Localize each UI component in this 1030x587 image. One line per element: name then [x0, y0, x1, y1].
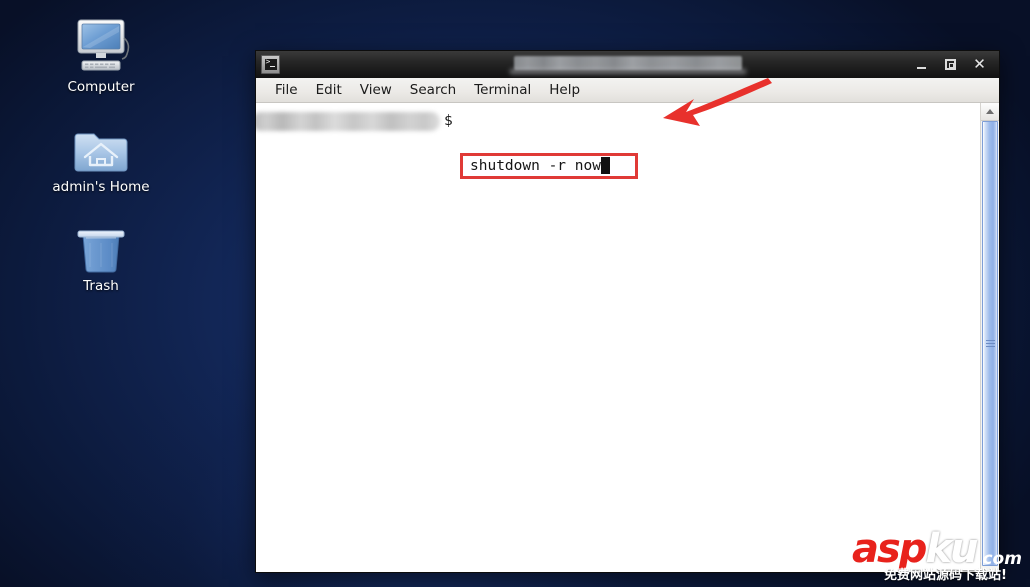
scrollbar-track[interactable]	[981, 121, 999, 572]
terminal-output-area[interactable]: $ shutdown -r now	[256, 103, 980, 572]
command-highlight-box: shutdown -r now	[460, 153, 638, 179]
terminal-window[interactable]: ✕ File Edit View Search Terminal Help $ …	[255, 50, 1000, 573]
minimize-button[interactable]	[914, 57, 929, 72]
window-title-redacted	[513, 56, 742, 70]
terminal-prompt-redacted	[256, 111, 440, 131]
scroll-up-icon	[986, 109, 994, 114]
terminal-scrollbar[interactable]	[980, 103, 999, 572]
menu-item-terminal[interactable]: Terminal	[465, 80, 540, 100]
scroll-up-button[interactable]	[981, 103, 999, 121]
trash-bin-icon	[46, 213, 156, 275]
desktop-icon-label: Trash	[83, 278, 119, 295]
maximize-button[interactable]	[943, 57, 958, 72]
terminal-icon	[261, 55, 280, 74]
computer-monitor-icon	[46, 14, 156, 76]
scrollbar-grip-icon	[985, 340, 995, 347]
menu-item-view[interactable]: View	[351, 80, 401, 100]
desktop: Computer admin's Home Trash > ✕ File Edi…	[0, 0, 1030, 587]
menu-item-help[interactable]: Help	[540, 80, 589, 100]
window-controls: ✕	[914, 57, 993, 72]
menu-item-edit[interactable]: Edit	[307, 80, 351, 100]
desktop-icon-label: Computer	[67, 79, 135, 95]
desktop-icon-label: admin's Home	[52, 178, 150, 195]
home-folder-icon	[46, 114, 156, 176]
menubar[interactable]: File Edit View Search Terminal Help	[256, 78, 999, 103]
menu-item-file[interactable]: File	[266, 80, 307, 100]
desktop-icon-list: Computer admin's Home Trash	[46, 14, 156, 313]
terminal-cursor	[600, 157, 610, 174]
terminal-prompt-symbol: $	[444, 113, 453, 129]
desktop-icon-trash[interactable]: Trash	[46, 213, 156, 295]
close-button[interactable]: ✕	[972, 57, 987, 72]
window-titlebar[interactable]: ✕	[256, 51, 999, 78]
terminal-body[interactable]: $ shutdown -r now	[256, 103, 999, 572]
scrollbar-thumb[interactable]	[982, 121, 998, 566]
desktop-icon-home[interactable]: admin's Home	[46, 114, 156, 196]
desktop-icon-computer[interactable]: Computer	[46, 14, 156, 96]
terminal-command-text: shutdown -r now	[470, 157, 601, 174]
terminal-prompt-line: $	[256, 110, 453, 132]
menu-item-search[interactable]: Search	[401, 80, 465, 100]
